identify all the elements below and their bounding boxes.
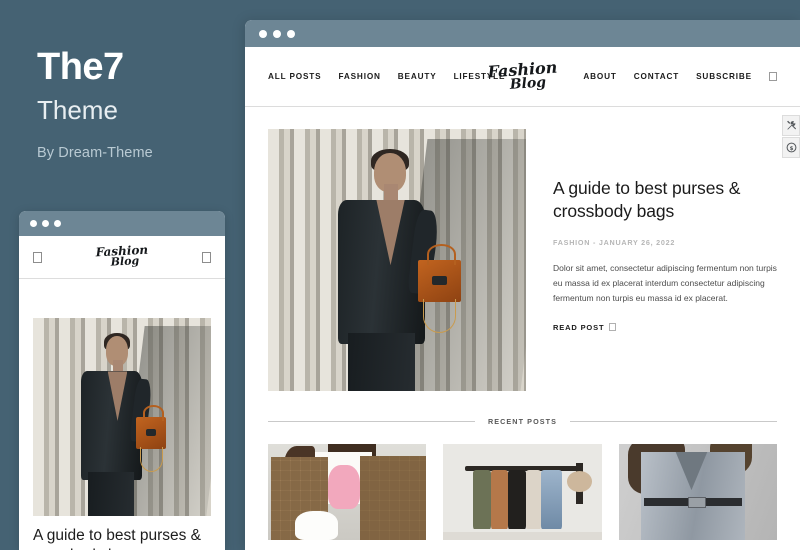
recent-post-card[interactable]: [443, 444, 602, 540]
garment-denim-jacket: [541, 469, 563, 530]
read-post-label: Read Post: [553, 322, 605, 332]
featured-post: A guide to best purses & crossbody bags …: [268, 107, 777, 391]
arrow-right-icon: [609, 323, 617, 332]
mobile-preview-window: Fashion Blog A guide to best purses & cr…: [19, 211, 225, 550]
recent-post-thumbnail[interactable]: [443, 444, 602, 540]
plaid-blazer-right: [359, 455, 427, 540]
nav-item-beauty[interactable]: Beauty: [398, 72, 437, 81]
garment-cream-shirt: [525, 469, 542, 530]
mobile-post-title[interactable]: A guide to best purses & crossbody bags: [33, 526, 213, 550]
white-gloves: [294, 511, 338, 540]
svg-text:$: $: [789, 146, 793, 152]
nav-item-all-posts[interactable]: All Posts: [268, 72, 321, 81]
featured-post-meta: FASHION - JANUARY 26, 2022: [553, 238, 676, 248]
recent-posts-label: Recent Posts: [487, 417, 558, 426]
window-dot-maximize[interactable]: [54, 220, 61, 227]
nav-item-contact[interactable]: Contact: [634, 72, 679, 81]
mobile-titlebar: [19, 211, 225, 236]
recent-post-thumbnail[interactable]: [618, 444, 777, 540]
featured-post-excerpt: Dolor sit amet, consectetur adipiscing f…: [553, 263, 777, 303]
garment-black-jacket: [508, 469, 526, 530]
desktop-preview-window: All Posts Fashion Beauty Lifestyle Fashi…: [245, 20, 800, 550]
coin-dollar-icon[interactable]: $: [782, 137, 800, 158]
floor: [443, 532, 602, 540]
primary-nav: All Posts Fashion Beauty Lifestyle: [268, 72, 505, 81]
search-icon[interactable]: [769, 72, 777, 81]
browser-titlebar: [245, 20, 800, 47]
hamburger-menu-icon[interactable]: [33, 251, 42, 263]
nav-item-fashion[interactable]: Fashion: [338, 72, 380, 81]
mobile-site-logo[interactable]: Fashion Blog: [95, 243, 148, 270]
floating-tool-panel: $: [782, 115, 800, 158]
theme-author: By Dream-Theme: [37, 144, 153, 161]
recent-posts-grid: [268, 444, 777, 540]
theme-title-block: The7 Theme By Dream-Theme: [37, 46, 237, 161]
divider-line-right: [570, 421, 777, 422]
orange-handbag: [136, 405, 167, 449]
site-logo-link[interactable]: Fashion Blog: [486, 57, 559, 92]
theme-info-panel: The7 Theme By Dream-Theme Fashion Blog A…: [0, 0, 245, 550]
divider-line-left: [268, 421, 475, 422]
garment-olive-jacket: [473, 469, 491, 530]
recent-post-thumbnail[interactable]: [268, 444, 427, 540]
recent-post-card[interactable]: [618, 444, 777, 540]
pink-bow-tie: [328, 465, 360, 510]
window-dot-close[interactable]: [30, 220, 37, 227]
nav-item-subscribe[interactable]: Subscribe: [696, 72, 752, 81]
garment-tan-coat: [490, 469, 509, 530]
secondary-nav: About Contact Subscribe: [583, 72, 777, 81]
straw-hat: [566, 470, 593, 492]
window-dot-maximize[interactable]: [287, 29, 295, 38]
mobile-hero-image[interactable]: [33, 318, 211, 516]
tools-wrench-screwdriver-icon[interactable]: [782, 115, 800, 136]
belt-buckle: [688, 496, 706, 509]
recent-post-card[interactable]: [268, 444, 427, 540]
site-header: All Posts Fashion Beauty Lifestyle Fashi…: [245, 47, 800, 107]
orange-handbag: [417, 244, 462, 302]
window-dot-minimize[interactable]: [42, 220, 49, 227]
window-dot-minimize[interactable]: [273, 29, 281, 38]
search-icon[interactable]: [202, 251, 211, 263]
read-post-button[interactable]: Read Post: [553, 323, 777, 332]
featured-post-title[interactable]: A guide to best purses & crossbody bags: [553, 177, 777, 223]
featured-post-text: A guide to best purses & crossbody bags …: [553, 129, 777, 391]
nav-item-about[interactable]: About: [583, 72, 616, 81]
featured-post-image[interactable]: [268, 129, 526, 391]
theme-name: The7: [37, 46, 124, 88]
recent-posts-divider: Recent Posts: [268, 417, 777, 426]
window-dot-close[interactable]: [259, 29, 267, 38]
model-trousers: [88, 472, 135, 516]
model-trousers: [347, 333, 416, 391]
mobile-site-nav: Fashion Blog: [19, 236, 225, 279]
theme-subtitle: Theme: [37, 94, 118, 125]
site-content: A guide to best purses & crossbody bags …: [245, 107, 800, 540]
